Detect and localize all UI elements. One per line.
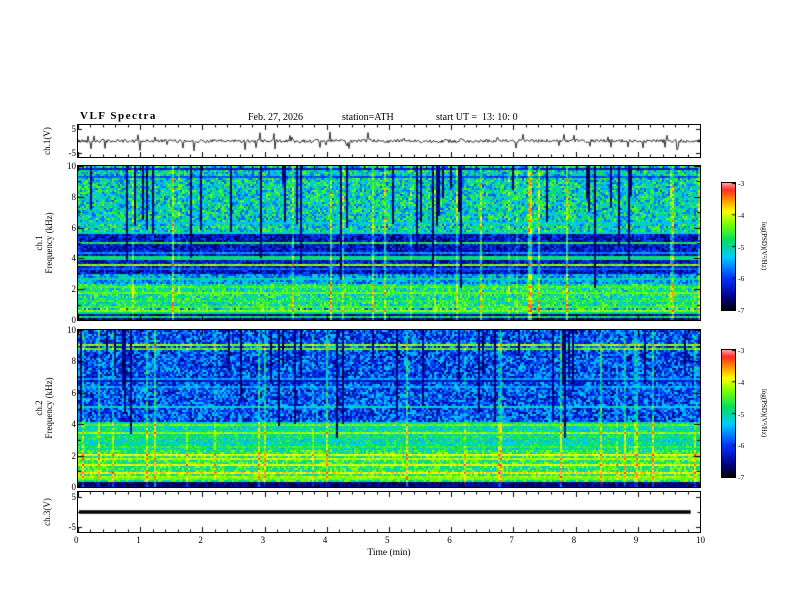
ch1-spectrogram-canvas bbox=[78, 166, 700, 320]
ch2-spectrogram-panel bbox=[77, 329, 701, 488]
ch1-voltage-axis-label: ch.1(V) bbox=[42, 127, 52, 155]
freq-tick-label: 0 bbox=[71, 482, 77, 492]
ch1-frequency-axis-label: ch.1 Frequency (kHz) bbox=[34, 212, 54, 273]
ch1-frequency-axis-label-line1: ch.1 bbox=[34, 235, 44, 251]
plot-title: VLF Spectra bbox=[80, 110, 157, 122]
voltage-tick-label: 5 bbox=[71, 491, 77, 502]
freq-tick-label: 6 bbox=[71, 387, 77, 398]
freq-tick-label: 4 bbox=[71, 253, 77, 264]
colorbar-tick-label: -7 bbox=[738, 473, 745, 482]
ch2-frequency-axis-label-line2: Frequency (kHz) bbox=[44, 377, 54, 439]
colorbar-ch2-canvas bbox=[722, 350, 735, 477]
colorbar-tick-label: -6 bbox=[738, 441, 745, 451]
colorbar-tick-label: -6 bbox=[738, 274, 745, 284]
x-tick-label: 5 bbox=[385, 535, 390, 545]
freq-tick-label: 2 bbox=[71, 284, 77, 295]
freq-tick-label: 0 bbox=[71, 315, 77, 325]
x-tick-label: 3 bbox=[260, 535, 266, 545]
ch2-frequency-axis-label: ch.2 Frequency (kHz) bbox=[34, 377, 54, 438]
colorbar-tick-label: -3 bbox=[738, 346, 745, 355]
x-tick-label: 1 bbox=[136, 535, 141, 545]
colorbar-ch1 bbox=[721, 182, 736, 311]
ch1-frequency-axis-label-line2: Frequency (kHz) bbox=[44, 212, 54, 274]
freq-tick-label: 10 bbox=[67, 325, 76, 335]
colorbar-ch1-canvas bbox=[722, 183, 735, 310]
voltage-tick-label: 5 bbox=[71, 123, 77, 134]
colorbar-ch2 bbox=[721, 349, 736, 478]
colorbar-tick-label: -5 bbox=[738, 409, 745, 419]
station-label: station=ATH bbox=[342, 112, 394, 123]
vlf-spectra-figure: VLF Spectra Feb. 27, 2026 station=ATH st… bbox=[0, 0, 792, 612]
x-tick-label: 9 bbox=[633, 535, 639, 545]
x-tick-label: 7 bbox=[509, 535, 514, 545]
colorbar-tick-label: -3 bbox=[738, 179, 745, 188]
ch2-spectrogram-canvas bbox=[78, 330, 700, 487]
x-axis-label: Time (min) bbox=[367, 548, 411, 558]
ch2-frequency-axis-label-line1: ch.2 bbox=[34, 400, 44, 416]
ch3-waveform-panel bbox=[77, 491, 701, 533]
freq-tick-label: 10 bbox=[67, 161, 76, 171]
x-tick-label: 2 bbox=[198, 535, 203, 545]
colorbar-tick-label: -4 bbox=[738, 377, 745, 387]
colorbar-tick-label: -5 bbox=[738, 242, 745, 252]
x-tick-label: 10 bbox=[696, 535, 705, 545]
freq-tick-label: 6 bbox=[71, 222, 77, 233]
x-tick-label: 6 bbox=[447, 535, 452, 545]
voltage-tick-label: -5 bbox=[68, 148, 77, 159]
start-ut-label: start UT = 13: 10: 0 bbox=[436, 112, 518, 123]
date-label: Feb. 27, 2026 bbox=[248, 112, 303, 123]
freq-tick-label: 8 bbox=[71, 356, 77, 367]
ch3-voltage-axis-label: ch.3(V) bbox=[42, 498, 52, 526]
ch3-waveform-canvas bbox=[78, 492, 700, 532]
colorbar-ch1-axis-label: log(PSD)(V²/Hz) bbox=[760, 221, 768, 271]
ch1-waveform-canvas bbox=[78, 125, 700, 157]
x-tick-label: 4 bbox=[322, 535, 328, 545]
colorbar-tick-label: -7 bbox=[738, 306, 745, 315]
colorbar-tick-label: -4 bbox=[738, 210, 745, 220]
ch1-spectrogram-panel bbox=[77, 165, 701, 321]
x-tick-label: 0 bbox=[74, 535, 79, 545]
freq-tick-label: 4 bbox=[71, 419, 77, 430]
freq-tick-label: 2 bbox=[71, 450, 77, 461]
ch1-waveform-panel bbox=[77, 124, 701, 158]
x-tick-label: 8 bbox=[571, 535, 577, 545]
freq-tick-label: 8 bbox=[71, 191, 77, 202]
colorbar-ch2-axis-label: log(PSD)(V²/Hz) bbox=[760, 388, 768, 438]
voltage-tick-label: -5 bbox=[68, 522, 77, 533]
